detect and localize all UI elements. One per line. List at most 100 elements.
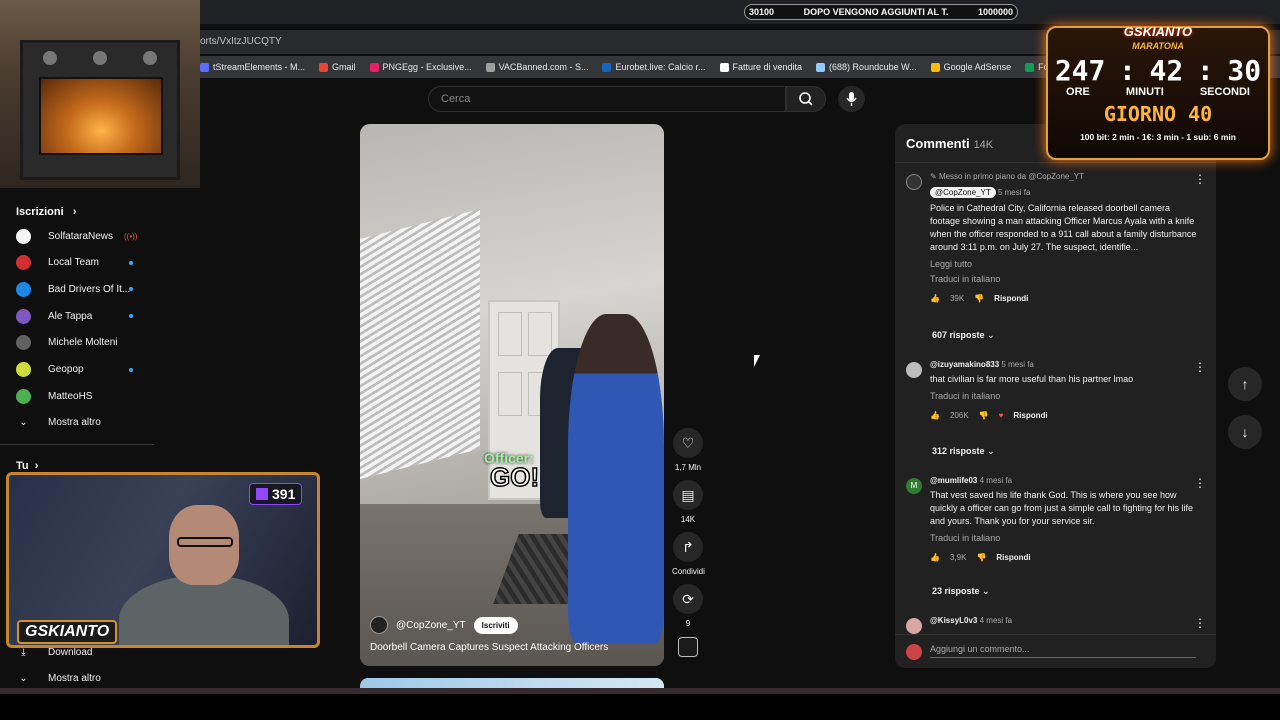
timer-seconds-label: SECONDI	[1199, 86, 1250, 98]
translate-link[interactable]: Traduci in italiano	[930, 274, 1198, 284]
reply-button[interactable]: Rispondi	[994, 294, 1028, 303]
comment-author[interactable]: @izuyamakino833	[930, 360, 999, 369]
share-button[interactable]: ↱ Condividi	[672, 532, 705, 576]
translate-link[interactable]: Traduci in italiano	[930, 391, 1198, 401]
streamer-logo: GSKIANTO	[17, 620, 118, 644]
more-options-icon[interactable]: ⋮	[1194, 616, 1206, 630]
bookmark-favicon-icon	[369, 62, 379, 72]
timer-seconds: 30	[1227, 54, 1262, 87]
reply-button[interactable]: Rispondi	[996, 553, 1030, 562]
view-replies-button[interactable]: 23 risposte ⌄	[932, 586, 990, 597]
bookmark-item[interactable]: (688) Roundcube W...	[816, 62, 917, 72]
comments-count: 14K	[973, 139, 994, 151]
thumbs-up-icon[interactable]: 👍	[930, 553, 940, 562]
subscribe-button[interactable]: Iscriviti	[473, 616, 518, 634]
comment-avatar[interactable]	[906, 362, 922, 378]
reply-button[interactable]: Rispondi	[1013, 411, 1047, 420]
channel-avatar	[16, 255, 31, 271]
channel-label: Local Team	[48, 257, 99, 269]
channel-label: MatteoHS	[48, 390, 93, 402]
translate-link[interactable]: Traduci in italiano	[930, 533, 1198, 543]
live-icon: ((•))	[124, 231, 138, 241]
oven-knob	[143, 51, 157, 65]
channel-avatar[interactable]	[370, 616, 388, 634]
sidebar-item-channel[interactable]: Michele Molteni	[16, 333, 156, 353]
sidebar-item-channel[interactable]: MatteoHS	[16, 386, 156, 406]
add-comment-input[interactable]: Aggiungi un commento...	[930, 644, 1196, 658]
bookmark-item[interactable]: Eurobet.live: Calcio r...	[602, 62, 706, 72]
bookmark-item[interactable]: VACBanned.com - S...	[485, 62, 588, 72]
comment-avatar[interactable]	[906, 174, 922, 190]
comment-author[interactable]: @mumlife03	[930, 476, 977, 485]
url-text[interactable]: orts/VxItzJUCQTY	[200, 36, 282, 47]
comment-time: 5 mesi fa	[1001, 360, 1034, 369]
search-button[interactable]	[786, 86, 826, 112]
voice-search-button[interactable]	[838, 86, 865, 112]
like-button[interactable]: ♡ 1,7 Mln	[672, 428, 704, 472]
share-icon: ↱	[673, 532, 703, 562]
view-replies-button[interactable]: 312 risposte ⌄	[932, 446, 995, 457]
more-options-icon[interactable]: ⋮	[1194, 360, 1206, 374]
view-replies-button[interactable]: 607 risposte ⌄	[932, 330, 995, 341]
subscriptions-heading[interactable]: Iscrizioni ›	[16, 206, 77, 218]
channel-name[interactable]: @CopZone_YT	[396, 620, 466, 631]
channel-label: Ale Tappa	[48, 310, 93, 322]
comment-avatar[interactable]	[906, 618, 922, 634]
bookmark-item[interactable]: Fatture di vendita	[719, 62, 803, 72]
thumbs-up-icon[interactable]: 👍	[930, 294, 940, 303]
video-caption-go: GO!	[489, 461, 540, 493]
more-options-icon[interactable]: ⋮	[1194, 172, 1206, 186]
timer-minutes: 42	[1149, 54, 1184, 87]
previous-short-button[interactable]: ↑	[1228, 367, 1262, 401]
microphone-icon	[846, 92, 857, 106]
sidebar-item-channel[interactable]: Geopop	[16, 360, 156, 380]
read-more-link[interactable]: Leggi tutto	[930, 259, 1198, 269]
search-input[interactable]: Cerca	[428, 86, 786, 112]
comment-item: M @mumlife03 4 mesi fa That vest saved h…	[906, 476, 1206, 576]
show-more-button[interactable]: ⌄ Mostra altro	[16, 412, 156, 432]
timer-subtitle: MARATONA	[1132, 41, 1184, 51]
thumbs-up-icon[interactable]: 👍	[930, 411, 940, 420]
comment-author[interactable]: @KissyL0v3	[930, 616, 977, 625]
sidebar-item-channel[interactable]: SolfataraNews ((•))	[16, 226, 156, 246]
streamer-glasses	[177, 537, 233, 547]
bookmark-item[interactable]: PNGEgg - Exclusive...	[369, 62, 472, 72]
more-options-icon[interactable]: ⋮	[1194, 476, 1206, 490]
thumbs-down-icon[interactable]: 👎	[976, 553, 986, 562]
bookmark-item[interactable]: tStreamElements - M...	[200, 62, 305, 72]
next-short-button[interactable]: ↓	[1228, 415, 1262, 449]
sidebar-item-channel[interactable]: Ale Tappa	[16, 306, 156, 326]
comment-like-count: 3,9K	[949, 553, 967, 562]
thumbs-down-icon[interactable]: 👎	[979, 411, 989, 420]
comment-avatar[interactable]: M	[906, 478, 922, 494]
new-content-dot	[129, 314, 133, 319]
channel-icon[interactable]	[678, 637, 698, 657]
timer-brand: GSKIANTO	[1123, 24, 1193, 39]
door-panel	[528, 312, 552, 356]
show-more-button-2[interactable]: ⌄ Mostra altro	[16, 668, 156, 688]
remix-button[interactable]: ⟳ 9	[672, 584, 704, 628]
streamer-body	[119, 575, 289, 645]
sidebar-item-channel[interactable]: Local Team	[16, 253, 156, 273]
comment-count: 14K	[680, 515, 696, 524]
viewer-count-value: 391	[272, 486, 296, 502]
bookmark-item[interactable]: Gmail	[319, 62, 356, 72]
sidebar-item-channel[interactable]: Bad Drivers Of It...	[16, 279, 156, 299]
new-content-dot	[129, 287, 133, 292]
door-panel	[498, 372, 522, 416]
video-title[interactable]: Doorbell Camera Captures Suspect Attacki…	[370, 642, 608, 653]
thumbs-down-icon[interactable]: 👎	[974, 294, 984, 303]
comment-author[interactable]: @CopZone_YT	[930, 187, 996, 198]
add-comment-row: Aggiungi un commento...	[895, 634, 1216, 668]
search-icon	[799, 92, 813, 106]
comment-like-count: 39K	[949, 294, 965, 303]
show-more-label: Mostra altro	[48, 672, 101, 684]
chevron-down-icon: ⌄	[987, 446, 995, 456]
bookmark-favicon-icon	[485, 62, 495, 72]
bookmark-label: Google AdSense	[943, 62, 1012, 72]
bookmark-item[interactable]: Google AdSense	[930, 62, 1012, 72]
comments-button[interactable]: ▤ 14K	[672, 480, 704, 524]
comments-title: Commenti	[906, 136, 970, 151]
short-video-player[interactable]: Officer: GO! @CopZone_YT Iscriviti Doorb…	[360, 124, 664, 666]
bookmark-label: Fatture di vendita	[732, 62, 803, 72]
